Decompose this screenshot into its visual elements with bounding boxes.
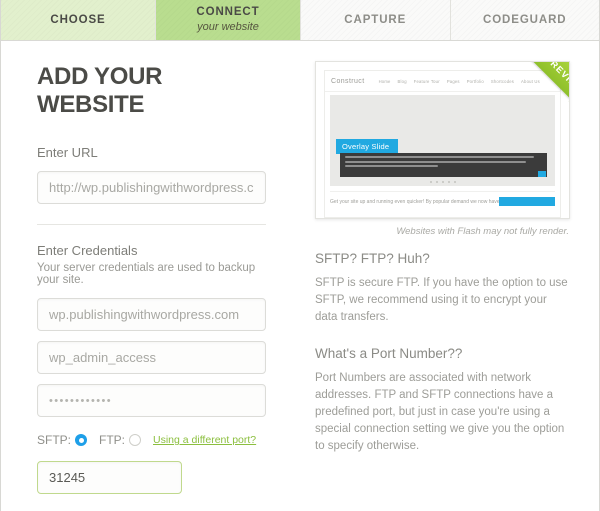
preview-site-logo: Construct xyxy=(331,77,365,85)
preview-menu-item: Blog xyxy=(397,78,407,84)
tab-connect-label: CONNECT xyxy=(196,6,260,18)
preview-hero-slider: Overlay Slide xyxy=(330,95,555,186)
tab-capture[interactable]: CAPTURE xyxy=(301,0,451,40)
sftp-radio-icon[interactable] xyxy=(75,434,88,446)
help-heading-port: What's a Port Number?? xyxy=(315,346,463,361)
url-input[interactable] xyxy=(37,171,266,204)
different-port-link[interactable]: Using a different port? xyxy=(153,434,256,446)
help-body-port: Port Numbers are associated with network… xyxy=(315,372,565,452)
preview-footer-text: Get your site up and running even quicke… xyxy=(330,198,499,205)
wizard-content: ADD YOUR WEBSITE Enter URL Enter Credent… xyxy=(1,41,599,511)
wizard-step-tabs: CHOOSE CONNECT your website CAPTURE CODE… xyxy=(1,0,599,41)
tab-codeguard-label: CODEGUARD xyxy=(483,13,567,26)
tab-connect[interactable]: CONNECT your website xyxy=(156,0,301,40)
tab-capture-label: CAPTURE xyxy=(344,13,407,26)
preview-site-menu: Home Blog Feature Tour Pages Portfolio S… xyxy=(379,79,540,84)
preview-menu-item: About Us xyxy=(521,78,540,84)
tab-choose-label: CHOOSE xyxy=(50,13,106,26)
tab-connect-sublabel: your website xyxy=(197,21,259,33)
help-text-block: SFTP? FTP? Huh? SFTP is secure FTP. If y… xyxy=(315,251,579,455)
preview-menu-item: Portfolio xyxy=(466,78,484,84)
sftp-label: SFTP: xyxy=(37,433,72,447)
preview-slider-dots xyxy=(330,181,555,183)
page-title: ADD YOUR WEBSITE xyxy=(37,63,163,118)
help-body-sftp: SFTP is secure FTP. If you have the opti… xyxy=(315,277,568,323)
preview-menu-item: Shortcodes xyxy=(490,78,515,84)
preview-readmore-button xyxy=(538,171,546,177)
preview-site-mock: Construct Home Blog Feature Tour Pages P… xyxy=(324,70,561,218)
preview-site-footer: Get your site up and running even quicke… xyxy=(330,191,555,206)
preview-menu-item: Pages xyxy=(446,78,460,84)
ftp-label: FTP: xyxy=(99,433,126,447)
preview-menu-item: Home xyxy=(378,78,391,84)
preview-overlay-text xyxy=(340,153,547,177)
preview-site-nav: Construct Home Blog Feature Tour Pages P… xyxy=(325,71,560,92)
preview-overlay-title: Overlay Slide xyxy=(336,139,399,154)
preview-caption: Websites with Flash may not fully render… xyxy=(396,226,569,237)
add-website-form: ADD YOUR WEBSITE Enter URL Enter Credent… xyxy=(1,41,301,511)
ftp-radio-option[interactable]: FTP: xyxy=(99,433,142,447)
tab-choose[interactable]: CHOOSE xyxy=(1,0,156,40)
tab-codeguard[interactable]: CODEGUARD xyxy=(450,0,599,40)
credentials-label: Enter Credentials xyxy=(37,243,138,258)
help-heading-sftp: SFTP? FTP? Huh? xyxy=(315,251,430,266)
port-input[interactable] xyxy=(37,461,182,494)
host-input[interactable] xyxy=(37,298,266,331)
url-field-label: Enter URL xyxy=(37,145,98,160)
ftp-radio-icon[interactable] xyxy=(129,434,142,446)
website-preview-card: Construct Home Blog Feature Tour Pages P… xyxy=(315,61,570,219)
add-website-wizard: CHOOSE CONNECT your website CAPTURE CODE… xyxy=(0,0,600,511)
username-input[interactable] xyxy=(37,341,266,374)
sftp-radio-option[interactable]: SFTP: xyxy=(37,433,88,447)
credentials-help-text: Your server credentials are used to back… xyxy=(37,262,256,286)
preview-footer-button xyxy=(499,197,555,206)
form-divider xyxy=(37,224,266,225)
preview-menu-item: Feature Tour xyxy=(413,78,440,84)
protocol-selector: SFTP: FTP: Using a different port? xyxy=(37,433,267,447)
website-preview-area: Construct Home Blog Feature Tour Pages P… xyxy=(315,61,570,237)
password-input[interactable] xyxy=(37,384,266,417)
info-column: Construct Home Blog Feature Tour Pages P… xyxy=(301,41,599,511)
